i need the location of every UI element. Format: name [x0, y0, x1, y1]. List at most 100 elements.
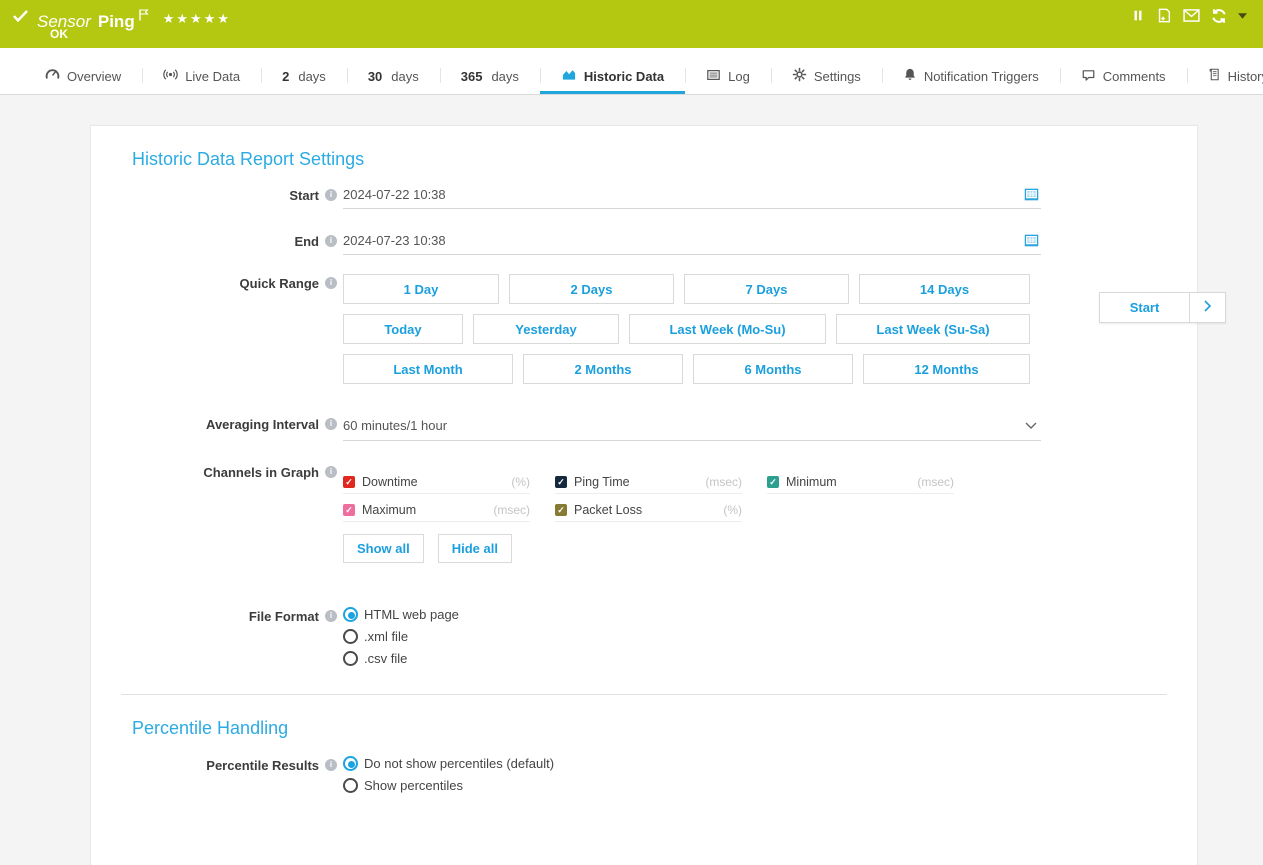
tab-settings[interactable]: Settings — [771, 61, 882, 94]
broadcast-icon — [163, 67, 178, 85]
quick-range-button[interactable]: 2 Days — [509, 274, 674, 304]
channel-checkbox — [767, 476, 779, 488]
tab-comments[interactable]: Comments — [1060, 61, 1187, 94]
end-date-value: 2024-07-23 10:38 — [343, 233, 446, 248]
tab-bar: Overview Live Data 2 days 30 days 365 da… — [0, 48, 1263, 95]
quick-range-button[interactable]: 12 Months — [863, 354, 1030, 384]
radio-icon — [343, 651, 358, 666]
info-icon[interactable] — [325, 189, 337, 201]
end-row: End 2024-07-23 10:38 — [91, 232, 1197, 255]
channel-list: Downtime (%) Ping Time (msec) Minimum (m… — [343, 463, 1041, 522]
file-format-row: File Format HTML web page .xml file .csv… — [91, 607, 1197, 673]
priority-stars[interactable]: ★★★★★ — [163, 8, 231, 30]
radio-icon — [343, 607, 358, 622]
comment-icon — [1081, 68, 1096, 85]
sensor-name: Ping — [98, 12, 135, 31]
quick-range-button[interactable]: 6 Months — [693, 354, 853, 384]
channels-label: Channels in Graph — [91, 463, 319, 481]
channel-checkbox — [343, 476, 355, 488]
quick-range-button[interactable]: Today — [343, 314, 463, 344]
start-report-panel: Start — [1099, 292, 1226, 323]
start-date-field[interactable]: 2024-07-22 10:38 — [343, 186, 1041, 209]
averaging-interval-select[interactable]: 60 minutes/1 hour — [343, 415, 1041, 441]
info-icon[interactable] — [325, 277, 337, 289]
percentile-results-label: Percentile Results — [91, 756, 319, 774]
percentile-option[interactable]: Show percentiles — [343, 778, 1041, 793]
quick-range-button[interactable]: 2 Months — [523, 354, 683, 384]
tab-historic-data[interactable]: Historic Data — [540, 61, 685, 94]
channels-row: Channels in Graph Downtime (%) Ping Time… — [91, 463, 1197, 563]
info-icon[interactable] — [325, 610, 337, 622]
channel-checkbox — [555, 504, 567, 516]
chevron-right-icon — [1204, 299, 1211, 317]
gauge-icon — [45, 67, 60, 85]
tab-live-data[interactable]: Live Data — [142, 61, 261, 94]
gear-icon — [792, 67, 807, 85]
report-settings-title: Historic Data Report Settings — [132, 148, 1197, 170]
radio-icon — [343, 629, 358, 644]
channel-checkbox-item[interactable]: Minimum (msec) — [767, 475, 954, 494]
channel-checkbox-item[interactable]: Ping Time (msec) — [555, 475, 742, 494]
info-icon[interactable] — [325, 235, 337, 247]
info-icon[interactable] — [325, 418, 337, 430]
averaging-interval-value: 60 minutes/1 hour — [343, 418, 447, 433]
start-report-button[interactable]: Start — [1099, 292, 1190, 323]
show-all-button[interactable]: Show all — [343, 534, 424, 563]
caret-down-icon[interactable] — [1238, 13, 1247, 19]
percentile-option[interactable]: Do not show percentiles (default) — [343, 756, 1041, 771]
quick-range-button[interactable]: 7 Days — [684, 274, 849, 304]
channel-checkbox — [555, 476, 567, 488]
history-icon — [1208, 67, 1221, 85]
add-report-icon[interactable] — [1156, 7, 1172, 24]
status-badge: OK — [50, 27, 68, 41]
end-label: End — [91, 232, 319, 250]
info-icon[interactable] — [325, 466, 337, 478]
quick-range-label: Quick Range — [91, 274, 319, 292]
log-icon — [706, 68, 721, 85]
quick-range-button[interactable]: 14 Days — [859, 274, 1030, 304]
email-icon[interactable] — [1183, 9, 1200, 22]
quick-range-button[interactable]: Yesterday — [473, 314, 619, 344]
tab-2-days[interactable]: 2 days — [261, 61, 347, 94]
tab-30-days[interactable]: 30 days — [347, 61, 440, 94]
sensor-status-header: SensorPing★★★★★ OK — [0, 0, 1263, 48]
pause-icon[interactable] — [1131, 8, 1145, 23]
tab-365-days[interactable]: 365 days — [440, 61, 540, 94]
collapse-panel-button[interactable] — [1190, 292, 1226, 323]
quick-range-button[interactable]: Last Month — [343, 354, 513, 384]
channel-checkbox-item[interactable]: Downtime (%) — [343, 475, 530, 494]
quick-range-button[interactable]: 1 Day — [343, 274, 499, 304]
start-row: Start 2024-07-22 10:38 — [91, 186, 1197, 209]
channel-checkbox-item[interactable]: Packet Loss (%) — [555, 503, 742, 522]
tab-overview[interactable]: Overview — [24, 61, 142, 94]
refresh-icon[interactable] — [1211, 8, 1227, 24]
end-date-field[interactable]: 2024-07-23 10:38 — [343, 232, 1041, 255]
check-icon — [13, 9, 28, 27]
sensor-toolbar — [1131, 7, 1247, 24]
file-format-label: File Format — [91, 607, 319, 625]
percentile-handling-title: Percentile Handling — [132, 717, 1197, 739]
file-format-option[interactable]: .csv file — [343, 651, 1041, 666]
section-divider — [121, 694, 1167, 695]
averaging-interval-row: Averaging Interval 60 minutes/1 hour — [91, 415, 1197, 441]
chevron-down-icon — [1025, 416, 1037, 434]
quick-range-button[interactable]: Last Week (Su-Sa) — [836, 314, 1030, 344]
tab-notification-triggers[interactable]: Notification Triggers — [882, 61, 1060, 94]
file-format-option[interactable]: .xml file — [343, 629, 1041, 644]
tab-log[interactable]: Log — [685, 61, 771, 94]
start-date-value: 2024-07-22 10:38 — [343, 187, 446, 202]
file-format-option[interactable]: HTML web page — [343, 607, 1041, 622]
channel-checkbox-item[interactable]: Maximum (msec) — [343, 503, 530, 522]
tab-history[interactable]: History — [1187, 61, 1263, 94]
historic-data-settings-card: Historic Data Report Settings Start 2024… — [90, 125, 1198, 865]
hide-all-button[interactable]: Hide all — [438, 534, 512, 563]
quick-range-row: Quick Range 1 Day 2 Days 7 Days 14 Days … — [91, 274, 1197, 384]
calendar-icon[interactable] — [1024, 187, 1039, 202]
area-chart-icon — [561, 67, 577, 85]
quick-range-button[interactable]: Last Week (Mo-Su) — [629, 314, 826, 344]
calendar-icon[interactable] — [1024, 233, 1039, 248]
info-icon[interactable] — [325, 759, 337, 771]
bell-icon — [903, 67, 917, 85]
channel-checkbox — [343, 504, 355, 516]
radio-icon — [343, 756, 358, 771]
